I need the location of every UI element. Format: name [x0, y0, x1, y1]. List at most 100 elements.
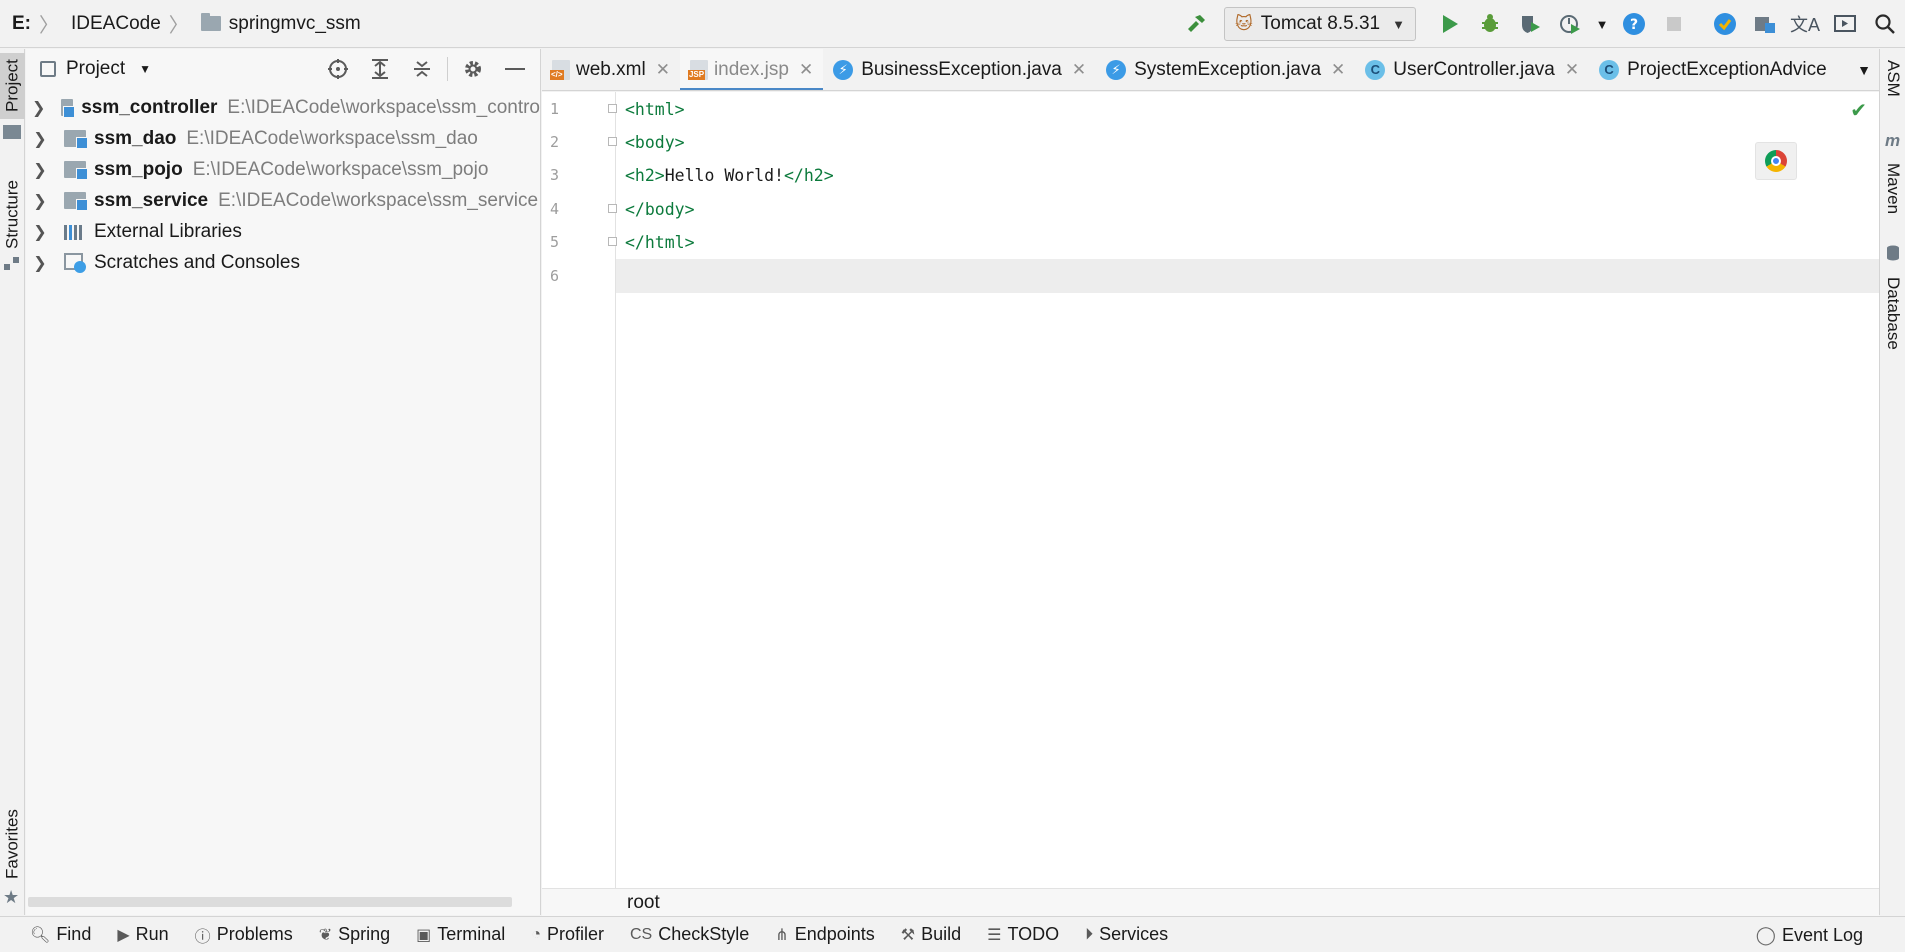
right-tool-strip: ASM m Maven Database: [1879, 49, 1905, 915]
chevron-right-icon[interactable]: ❯: [32, 191, 48, 211]
tool-tab-structure[interactable]: Structure: [0, 167, 25, 263]
tool-button-todo[interactable]: ☰ TODO: [987, 924, 1059, 945]
tool-button-build[interactable]: ⚒ Build: [901, 924, 961, 945]
tool-button-label: CheckStyle: [658, 924, 750, 944]
tool-button-problems[interactable]: ⓘ Problems: [195, 923, 293, 947]
tree-item-ssm-pojo[interactable]: ❯ ssm_pojo E:\IDEACode\workspace\ssm_poj…: [26, 154, 540, 185]
line-number: 2: [550, 133, 560, 151]
editor-tab-index-jsp[interactable]: JSP index.jsp ✕: [679, 49, 824, 90]
code-token: </h2>: [783, 165, 834, 185]
collapse-all-icon[interactable]: [405, 52, 439, 86]
tool-button-label: TODO: [1007, 924, 1060, 944]
tool-tab-asm[interactable]: ASM: [1880, 55, 1905, 101]
tool-button-run[interactable]: ▶ Run: [117, 924, 168, 945]
project-view-select[interactable]: Project: [66, 58, 125, 80]
tree-item-label: ssm_controller: [81, 96, 218, 118]
stop-icon[interactable]: [1657, 7, 1691, 41]
tree-item-ssm-service[interactable]: ❯ ssm_service E:\IDEACode\workspace\ssm_…: [26, 185, 540, 216]
update-icon[interactable]: [1708, 7, 1742, 41]
close-icon[interactable]: ✕: [799, 60, 813, 80]
close-icon[interactable]: ✕: [1331, 60, 1345, 80]
chevron-right-icon[interactable]: ❯: [32, 160, 48, 180]
tool-button-profiler[interactable]: ◔ Profiler: [531, 924, 604, 945]
chevron-right-icon[interactable]: ❯: [32, 253, 48, 273]
minimize-icon[interactable]: [498, 52, 532, 86]
expand-all-icon[interactable]: [363, 52, 397, 86]
tool-button-services[interactable]: ⏵ Services: [1085, 924, 1168, 945]
run-configuration-select[interactable]: 🐱 Tomcat 8.5.31 ▼: [1224, 7, 1416, 41]
tree-item-ssm-dao[interactable]: ❯ ssm_dao E:\IDEACode\workspace\ssm_dao: [26, 123, 540, 154]
exception-class-icon: ⚡: [1106, 59, 1127, 80]
tree-item-label: ssm_pojo: [94, 158, 183, 180]
close-icon[interactable]: ✕: [1565, 60, 1579, 80]
breadcrumb-project[interactable]: springmvc_ssm: [200, 13, 361, 35]
tree-item-ssm-controller[interactable]: ❯ ssm_controller E:\IDEACode\workspace\s…: [26, 92, 540, 123]
tool-button-spring[interactable]: ❦ Spring: [319, 924, 390, 945]
chevron-down-icon: ▼: [1392, 16, 1405, 32]
breadcrumb-drive[interactable]: E:: [12, 13, 31, 35]
code-line-5: </html>: [625, 225, 695, 259]
tool-button-label: Profiler: [546, 924, 604, 944]
tool-button-endpoints[interactable]: ⋔ Endpoints: [775, 924, 874, 945]
tool-tab-database[interactable]: Database: [1880, 267, 1905, 359]
run-configuration-label: Tomcat 8.5.31: [1260, 13, 1381, 34]
chevron-right-icon[interactable]: ❯: [32, 129, 48, 149]
search-icon[interactable]: [1868, 7, 1902, 41]
debug-icon[interactable]: [1473, 7, 1507, 41]
breadcrumb-ideacode[interactable]: IDEACode: [71, 13, 161, 35]
chevron-down-icon[interactable]: ▼: [1851, 49, 1871, 90]
horizontal-scrollbar[interactable]: [28, 897, 512, 907]
presentation-icon[interactable]: [1828, 7, 1862, 41]
main-toolbar: 🐱 Tomcat 8.5.31 ▼ ▼ ? 文A: [1176, 0, 1905, 48]
close-icon[interactable]: ✕: [1072, 60, 1086, 80]
fold-marker-icon[interactable]: [608, 237, 617, 246]
check-icon[interactable]: ✔: [1850, 98, 1867, 123]
tree-item-path: E:\IDEACode\workspace\ssm_pojo: [192, 158, 489, 180]
fold-marker-icon[interactable]: [608, 104, 617, 113]
tool-tab-project[interactable]: Project: [0, 53, 25, 119]
profile-icon[interactable]: [1553, 7, 1587, 41]
tool-button-terminal[interactable]: ▣ Terminal: [416, 924, 505, 945]
fold-marker-icon[interactable]: [608, 204, 617, 213]
spring-leaf-icon: ❦: [318, 926, 333, 944]
tool-button-find[interactable]: 🔍︎ Find: [30, 924, 91, 945]
code-editor[interactable]: 1 2 3 4 5 6 <html> <body> <h2> Hello Worl…: [542, 92, 1879, 888]
editor-tab-system-exception[interactable]: ⚡ SystemException.java ✕: [1096, 49, 1355, 90]
chevron-right-icon[interactable]: ❯: [32, 222, 48, 242]
run-icon[interactable]: [1433, 7, 1467, 41]
chevron-right-icon[interactable]: ❯: [32, 98, 45, 118]
editor-tab-user-controller[interactable]: C UserController.java ✕: [1355, 49, 1589, 90]
list-icon: ☰: [987, 926, 1002, 944]
coverage-icon[interactable]: [1513, 7, 1547, 41]
tool-tab-favorites[interactable]: Favorites: [0, 799, 25, 889]
fold-marker-icon[interactable]: [608, 137, 617, 146]
tree-item-label: ssm_service: [94, 189, 209, 211]
tool-button-label: Problems: [216, 924, 293, 944]
tool-tab-favorites-label: Favorites: [2, 809, 22, 879]
code-token: Hello World!: [664, 165, 784, 185]
gear-icon[interactable]: [456, 52, 490, 86]
chevron-down-icon[interactable]: ▼: [1593, 7, 1611, 41]
browser-preview-icon[interactable]: [1755, 142, 1797, 180]
editor-tab-business-exception[interactable]: ⚡ BusinessException.java ✕: [823, 49, 1096, 90]
tool-tab-maven[interactable]: Maven: [1880, 153, 1905, 225]
close-icon[interactable]: ✕: [656, 60, 670, 80]
editor-tab-web-xml[interactable]: </> web.xml ✕: [542, 49, 680, 90]
tree-item-external-libraries[interactable]: ❯ External Libraries: [26, 216, 540, 247]
locate-icon[interactable]: [321, 52, 355, 86]
tool-button-checkstyle[interactable]: CS CheckStyle: [630, 924, 749, 945]
help-icon[interactable]: ?: [1617, 7, 1651, 41]
hammer-icon[interactable]: [1179, 7, 1213, 41]
code-token: </html>: [625, 232, 695, 252]
breadcrumb-drive-label: E:: [12, 12, 31, 34]
translate-icon[interactable]: 文A: [1788, 7, 1822, 41]
editor-tab-label: web.xml: [576, 58, 646, 80]
class-icon: C: [1365, 59, 1386, 80]
chevron-down-icon[interactable]: ▼: [139, 62, 151, 76]
editor-tab-project-exception-advice[interactable]: C ProjectExceptionAdvice: [1589, 49, 1837, 90]
editor-breadcrumb-item[interactable]: root: [627, 892, 660, 914]
project-structure-icon[interactable]: [1748, 7, 1782, 41]
tool-button-event-log[interactable]: ◯ Event Log: [1756, 917, 1863, 952]
tree-item-scratches[interactable]: ❯ Scratches and Consoles: [26, 247, 540, 278]
tool-button-label: Build: [921, 924, 962, 944]
